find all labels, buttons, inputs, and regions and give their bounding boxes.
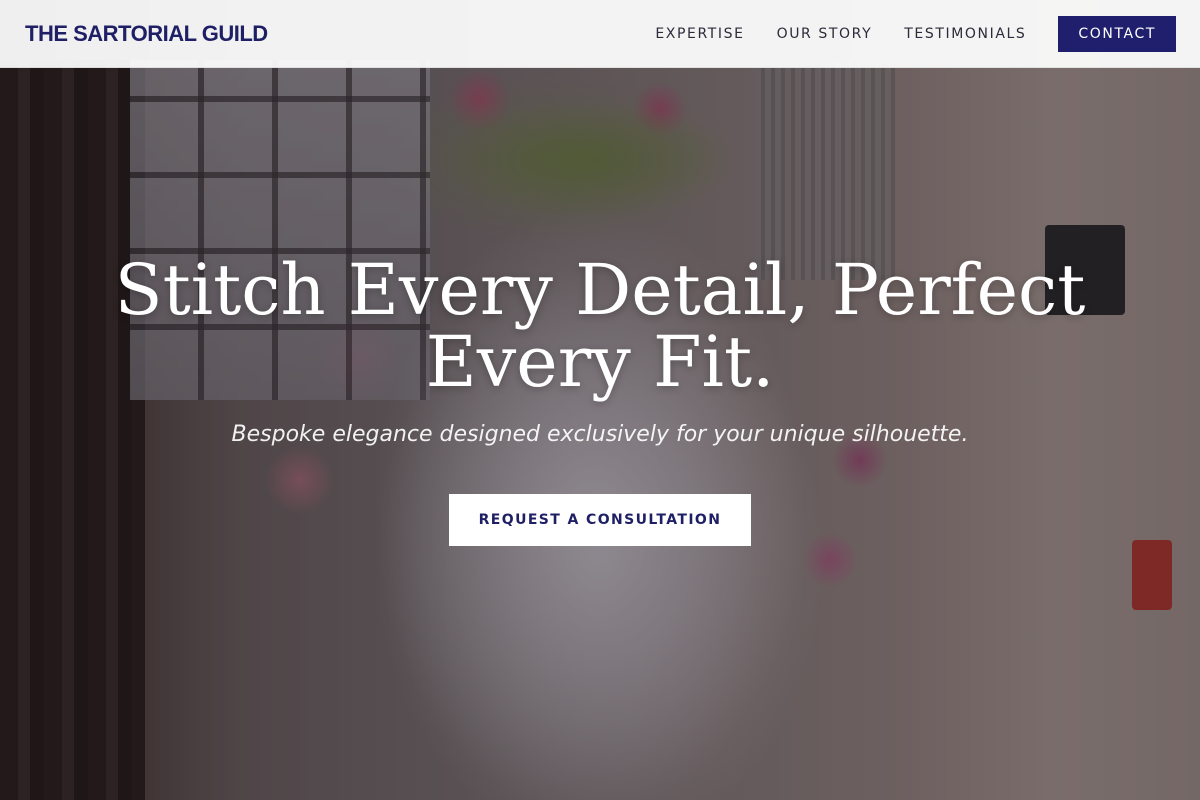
main-nav: EXPERTISE OUR STORY TESTIMONIALS CONTACT (623, 15, 1176, 52)
nav-link-expertise[interactable]: EXPERTISE (655, 26, 744, 42)
hero-headline-line2: Every Fit. (425, 321, 775, 403)
brand-logo[interactable]: THE SARTORIAL GUILD (25, 21, 268, 47)
nav-link-our-story[interactable]: OUR STORY (777, 26, 873, 42)
nav-link-testimonials[interactable]: TESTIMONIALS (904, 26, 1026, 42)
hero-headline-line1: Stitch Every Detail, Perfect (114, 249, 1086, 331)
top-navbar: THE SARTORIAL GUILD EXPERTISE OUR STORY … (0, 0, 1200, 68)
hero-headline: Stitch Every Detail, Perfect Every Fit. (100, 254, 1100, 398)
request-consultation-button[interactable]: REQUEST A CONSULTATION (449, 494, 751, 546)
hero-section: Stitch Every Detail, Perfect Every Fit. … (0, 0, 1200, 800)
hero-subheadline: Bespoke elegance designed exclusively fo… (231, 422, 969, 447)
hero-content: Stitch Every Detail, Perfect Every Fit. … (0, 0, 1200, 800)
contact-button[interactable]: CONTACT (1058, 15, 1176, 52)
